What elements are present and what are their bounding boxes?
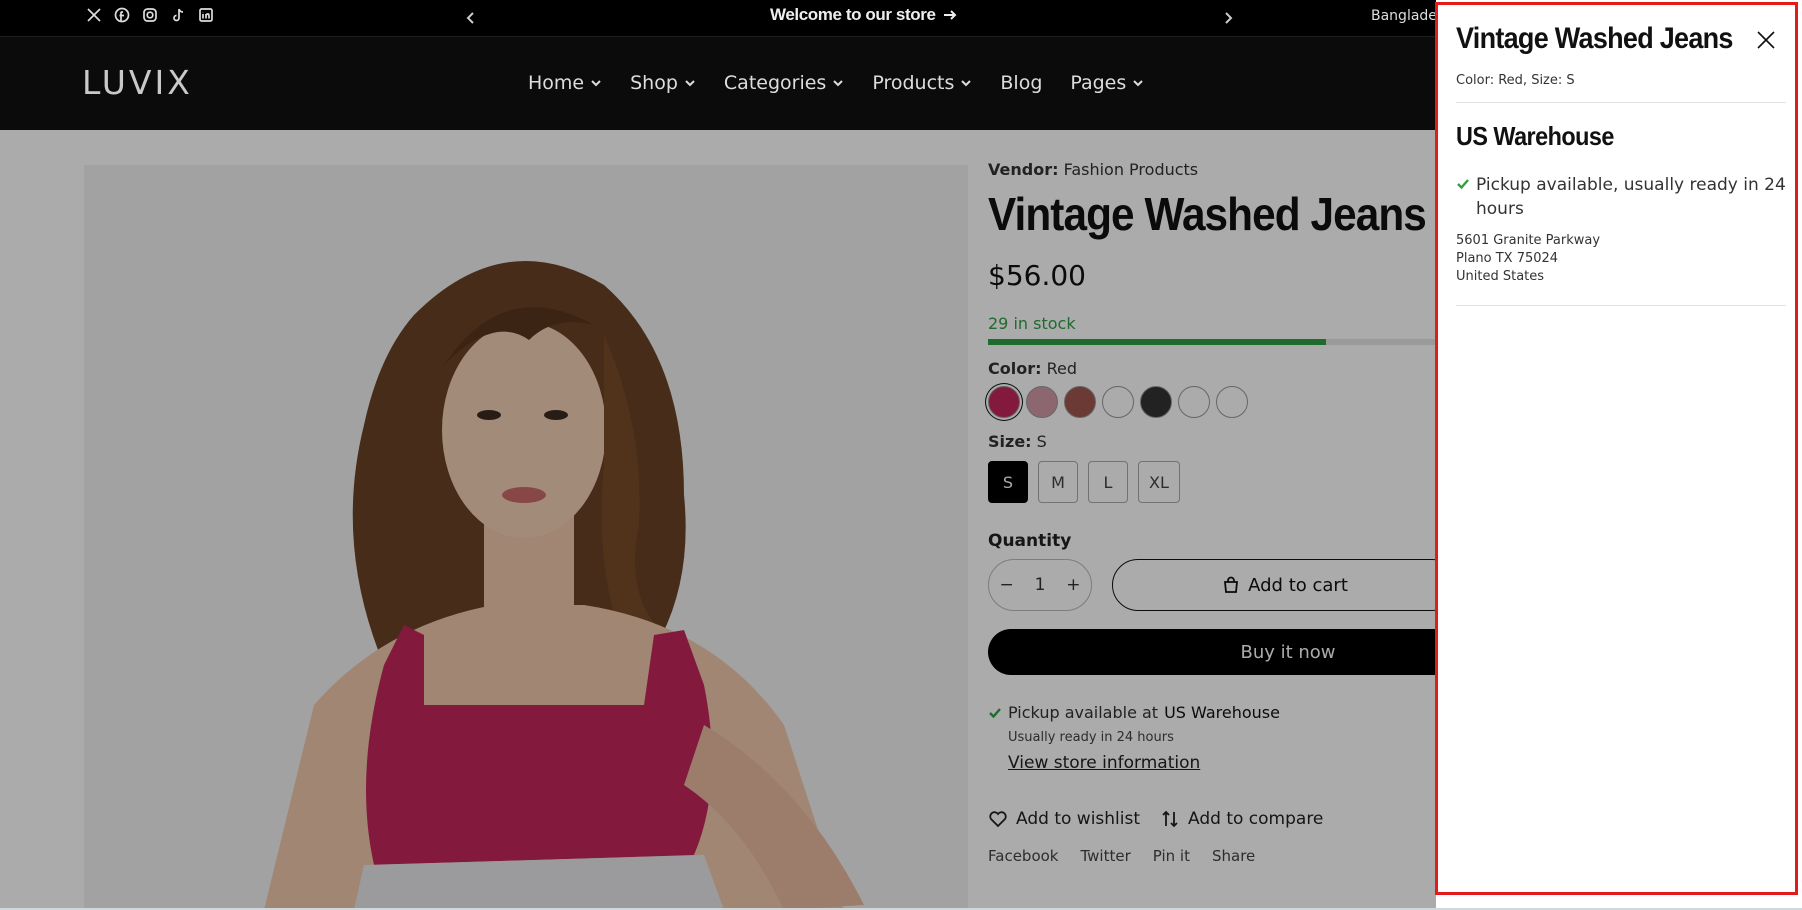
chevron-down-icon bbox=[1133, 80, 1143, 87]
chevron-down-icon bbox=[591, 80, 601, 87]
nav-home[interactable]: Home bbox=[528, 72, 602, 94]
nav-label: Pages bbox=[1070, 72, 1127, 94]
facebook-icon[interactable] bbox=[114, 7, 130, 23]
nav-categories[interactable]: Categories bbox=[724, 72, 844, 94]
chevron-right-icon bbox=[1225, 12, 1233, 24]
chevron-left-icon bbox=[466, 12, 474, 24]
country-selector[interactable]: Banglade bbox=[1371, 8, 1437, 24]
address-line: 5601 Granite Parkway bbox=[1456, 233, 1601, 248]
check-icon bbox=[1457, 179, 1469, 190]
nav-label: Blog bbox=[1000, 72, 1043, 94]
drawer-store-address: 5601 Granite Parkway Plano TX 75024 Unit… bbox=[1456, 232, 1600, 286]
announcement-link[interactable]: Welcome to our store bbox=[770, 5, 958, 25]
nav-pages[interactable]: Pages bbox=[1070, 72, 1144, 94]
nav-shop[interactable]: Shop bbox=[630, 72, 696, 94]
chevron-down-icon bbox=[961, 80, 972, 87]
main-nav: Home Shop Categories Products Blog Pages bbox=[528, 72, 1144, 94]
nav-products[interactable]: Products bbox=[872, 72, 972, 94]
drawer-divider bbox=[1456, 305, 1786, 306]
drawer-title: Vintage Washed Jeans bbox=[1456, 22, 1733, 55]
close-icon bbox=[1757, 31, 1775, 49]
page-overlay[interactable] bbox=[0, 130, 1436, 910]
arrow-right-icon bbox=[943, 10, 956, 20]
chevron-down-icon bbox=[833, 80, 844, 87]
announcement-next-button[interactable] bbox=[1216, 6, 1240, 30]
drawer-close-button[interactable] bbox=[1752, 26, 1780, 54]
drawer-store-name: US Warehouse bbox=[1456, 121, 1614, 151]
nav-blog[interactable]: Blog bbox=[1000, 72, 1042, 94]
nav-label: Home bbox=[528, 72, 585, 94]
linkedin-icon[interactable] bbox=[198, 7, 214, 23]
nav-label: Shop bbox=[630, 72, 678, 94]
logo[interactable]: LUVIX bbox=[82, 63, 193, 102]
announcement-prev-button[interactable] bbox=[459, 6, 483, 30]
address-line: Plano TX 75024 bbox=[1456, 251, 1559, 266]
announcement-text: Welcome to our store bbox=[770, 5, 936, 24]
drawer-pickup-text: Pickup available, usually ready in 24 ho… bbox=[1476, 175, 1786, 219]
social-links bbox=[86, 7, 214, 23]
drawer-variant: Color: Red, Size: S bbox=[1456, 73, 1575, 88]
tiktok-icon[interactable] bbox=[170, 7, 186, 23]
nav-label: Products bbox=[872, 72, 955, 94]
address-line: United States bbox=[1456, 269, 1545, 284]
instagram-icon[interactable] bbox=[142, 7, 158, 23]
chevron-down-icon bbox=[685, 80, 695, 87]
drawer-divider bbox=[1456, 102, 1786, 103]
nav-label: Categories bbox=[723, 72, 827, 94]
x-icon[interactable] bbox=[86, 7, 102, 23]
drawer-pickup-status: Pickup available, usually ready in 24 ho… bbox=[1456, 173, 1786, 221]
